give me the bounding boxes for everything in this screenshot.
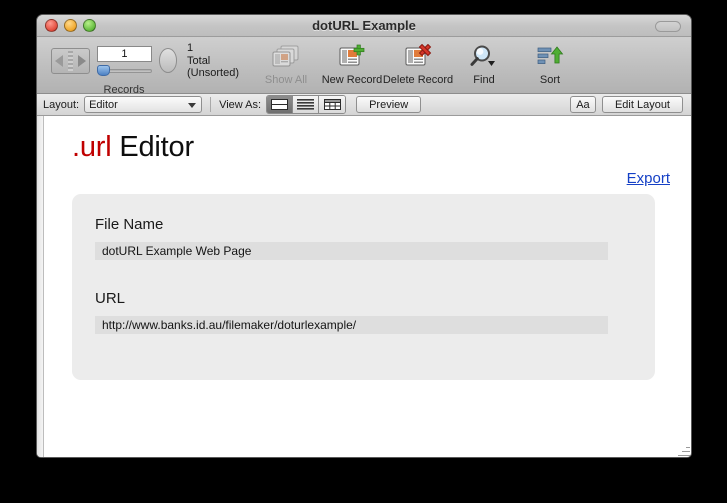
- field-panel: File Name dotURL Example Web Page URL ht…: [72, 194, 655, 380]
- file-name-input[interactable]: dotURL Example Web Page: [95, 242, 608, 260]
- record-book-control[interactable]: [51, 47, 91, 74]
- delete-record-icon: [403, 42, 433, 72]
- record-count-group: 1 Total (Unsorted): [187, 42, 243, 80]
- record-navigation-group: 1 1 Total (Unsorted) Records: [37, 37, 243, 96]
- new-record-label: New Record: [321, 74, 383, 86]
- table-view-button[interactable]: [319, 96, 346, 113]
- delete-record-button[interactable]: Delete Record: [382, 37, 454, 86]
- text-size-button[interactable]: Aa: [569, 96, 596, 113]
- edit-layout-button[interactable]: Edit Layout: [601, 96, 683, 113]
- layout-select-value: Editor: [89, 98, 118, 111]
- toolbar-toggle-button[interactable]: [655, 21, 681, 32]
- application-window: dotURL Example 1 1 Total (Unsorted) Reco…: [36, 14, 692, 458]
- layout-label: Layout:: [43, 98, 80, 111]
- find-icon: [469, 42, 499, 72]
- form-view-button[interactable]: [267, 96, 294, 113]
- page-title-accent: .url: [72, 131, 112, 163]
- delete-record-label: Delete Record: [382, 74, 454, 86]
- sort-label: Sort: [539, 74, 561, 86]
- record-slider[interactable]: [97, 64, 152, 76]
- record-number-input[interactable]: 1: [97, 45, 152, 62]
- previous-record-icon[interactable]: [54, 54, 63, 67]
- record-slider-thumb[interactable]: [97, 64, 111, 76]
- title-bar[interactable]: dotURL Example: [37, 15, 691, 37]
- book-spine-icon: [68, 50, 74, 71]
- file-name-label: File Name: [95, 216, 164, 233]
- field-group-url: URL http://www.banks.id.au/filemaker/dot…: [95, 290, 608, 334]
- next-record-icon[interactable]: [78, 54, 87, 67]
- view-as-group: [266, 95, 347, 114]
- view-as-label: View As:: [219, 98, 262, 111]
- chevron-down-icon: [188, 103, 197, 108]
- find-label: Find: [473, 74, 495, 86]
- divider: [210, 97, 212, 112]
- page-title-rest: Editor: [111, 131, 194, 163]
- url-label: URL: [95, 290, 126, 307]
- find-button[interactable]: Find: [451, 37, 517, 86]
- left-strip: [37, 116, 44, 457]
- record-document: .url Editor Export File Name dotURL Exam…: [44, 116, 691, 457]
- show-all-label: Show All: [264, 74, 308, 86]
- records-caption: Records: [103, 83, 145, 96]
- sort-button[interactable]: Sort: [517, 37, 583, 86]
- url-input[interactable]: http://www.banks.id.au/filemaker/doturle…: [95, 316, 608, 334]
- list-view-button[interactable]: [293, 96, 320, 113]
- window-title: dotURL Example: [312, 18, 416, 33]
- export-link[interactable]: Export: [627, 170, 670, 187]
- show-all-icon: [271, 42, 301, 72]
- main-toolbar: 1 1 Total (Unsorted) Records Show All Ne…: [37, 37, 691, 96]
- new-record-button[interactable]: New Record: [319, 37, 385, 86]
- found-set-pie-icon[interactable]: [158, 48, 178, 74]
- record-total-label: Total (Unsorted): [187, 54, 239, 80]
- record-number-group: 1: [97, 45, 152, 76]
- content-area: .url Editor Export File Name dotURL Exam…: [37, 116, 691, 457]
- layout-bar: Layout: Editor View As: Preview Aa Edit …: [37, 94, 691, 116]
- resize-grip[interactable]: [676, 442, 690, 456]
- show-all-button[interactable]: Show All: [253, 37, 319, 86]
- field-group-file-name: File Name dotURL Example Web Page: [95, 216, 608, 260]
- new-record-icon: [337, 42, 367, 72]
- page-title: .url Editor: [72, 131, 194, 164]
- preview-button[interactable]: Preview: [356, 96, 422, 113]
- record-total-count: 1: [187, 42, 194, 54]
- sort-icon: [535, 42, 565, 72]
- layout-select[interactable]: Editor: [84, 96, 203, 113]
